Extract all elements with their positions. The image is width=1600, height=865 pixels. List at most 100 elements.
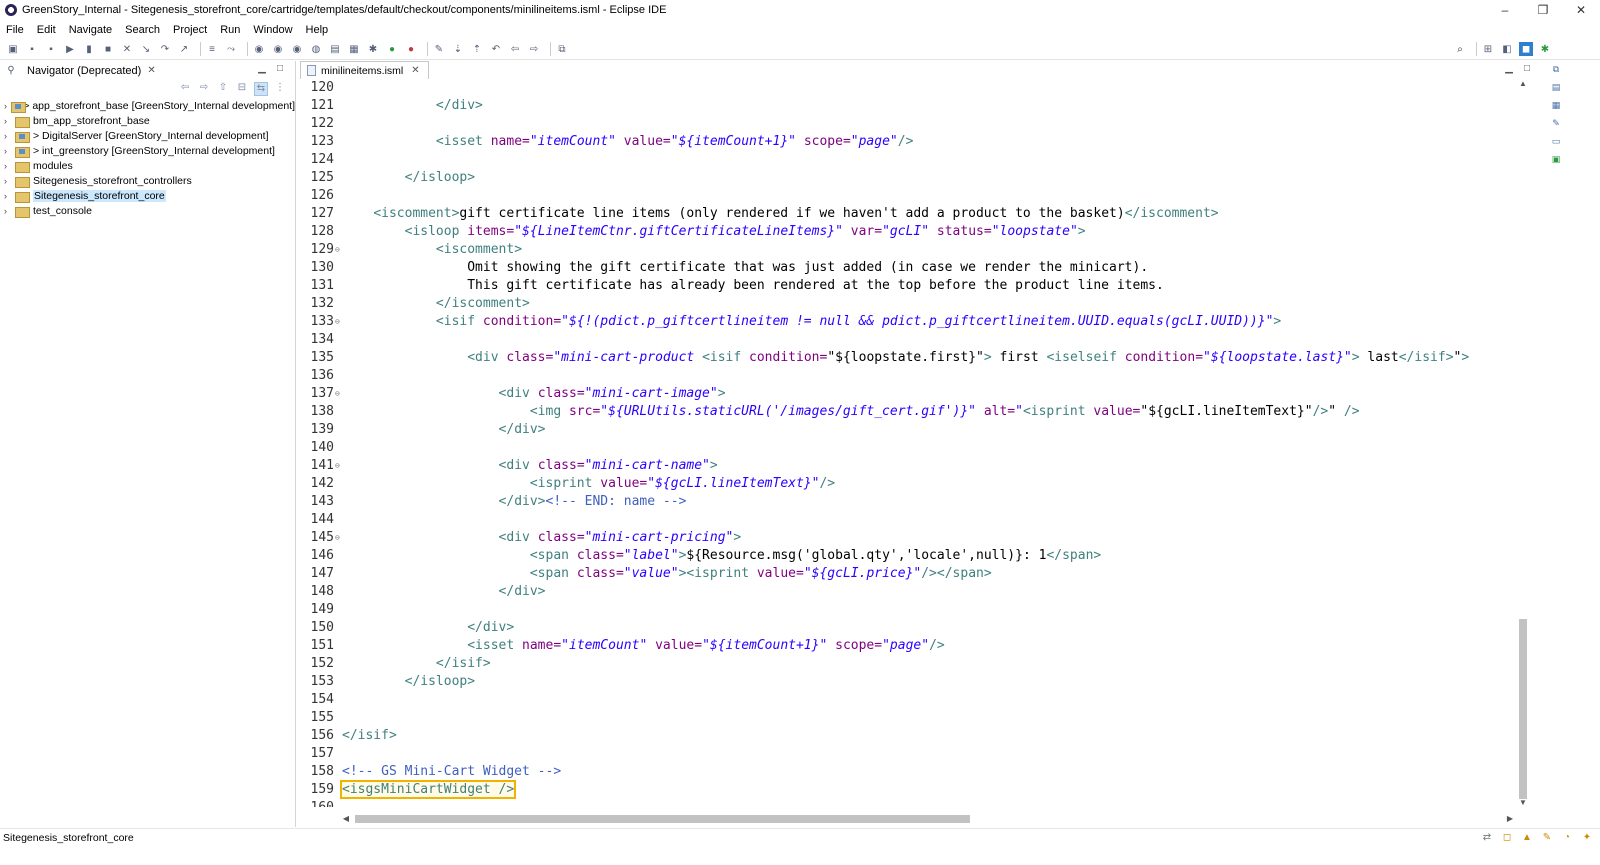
open-task-icon[interactable]: ◉ bbox=[290, 42, 304, 56]
open-perspective-icon[interactable]: ⊞ bbox=[1481, 42, 1495, 56]
code-line[interactable]: 133 ⊖ <isif condition="${!(pdict.p_giftce… bbox=[300, 313, 1520, 331]
save-all-icon[interactable]: ▪ bbox=[44, 42, 58, 56]
console-icon[interactable]: ▭ bbox=[1550, 136, 1562, 148]
code-line[interactable]: 144 bbox=[300, 511, 1520, 529]
tree-item[interactable]: › > app_storefront_base [GreenStory_Inter… bbox=[0, 98, 295, 113]
restore-stack-icon[interactable]: ⧉ bbox=[1550, 64, 1562, 76]
toggle-breakpoint-icon[interactable]: ≡ bbox=[205, 42, 219, 56]
horizontal-scrollbar[interactable]: ◀ ▶ bbox=[340, 812, 1516, 826]
code-line[interactable]: 151 <isset name="itemCount" value="${ite… bbox=[300, 637, 1520, 655]
editor-tab-minilineitems[interactable]: minilineitems.isml ✕ bbox=[300, 61, 429, 79]
code-line[interactable]: 153 </isloop> bbox=[300, 673, 1520, 691]
notification-icon[interactable]: ◻ bbox=[1500, 832, 1514, 846]
tree-item[interactable]: › Sitegenesis_storefront_controllers bbox=[0, 173, 295, 188]
servers-icon[interactable]: ▣ bbox=[1550, 154, 1562, 166]
learn-icon[interactable]: ▲ bbox=[1520, 832, 1534, 846]
last-edit-icon[interactable]: ↶ bbox=[489, 42, 503, 56]
fold-toggle-icon[interactable]: ⊖ bbox=[335, 457, 340, 475]
code-line[interactable]: 160 bbox=[300, 799, 1520, 807]
menu-help[interactable]: Help bbox=[300, 24, 336, 36]
code-line[interactable]: 150 </div> bbox=[300, 619, 1520, 637]
menu-search[interactable]: Search bbox=[119, 24, 167, 36]
suspend-icon[interactable]: ▮ bbox=[82, 42, 96, 56]
code-line[interactable]: 125 </isloop> bbox=[300, 169, 1520, 187]
tree-item[interactable]: › > DigitalServer [GreenStory_Internal de… bbox=[0, 128, 295, 143]
chevron-right-icon[interactable]: › bbox=[4, 146, 14, 156]
step-over-icon[interactable]: ↷ bbox=[158, 42, 172, 56]
previous-annotation-icon[interactable]: ⇡ bbox=[470, 42, 484, 56]
close-button[interactable]: ✕ bbox=[1562, 0, 1600, 20]
fold-toggle-icon[interactable]: ⊖ bbox=[335, 241, 340, 259]
horizontal-scroll-thumb[interactable] bbox=[355, 815, 970, 823]
collapse-all-icon[interactable]: ⊟ bbox=[235, 82, 249, 96]
tools-icon[interactable]: ✎ bbox=[1550, 118, 1562, 130]
tree-item[interactable]: › > int_greenstory [GreenStory_Internal d… bbox=[0, 143, 295, 158]
progress-icon[interactable]: ⇄ bbox=[1480, 832, 1494, 846]
next-annotation-icon[interactable]: ⇣ bbox=[451, 42, 465, 56]
skip-breakpoints-icon[interactable]: ⤳ bbox=[224, 42, 238, 56]
code-line[interactable]: 134 bbox=[300, 331, 1520, 349]
restore-button[interactable]: ❐ bbox=[1524, 0, 1562, 20]
minimize-editor-icon[interactable]: ▁ bbox=[1502, 63, 1516, 74]
nav-back-icon[interactable]: ⇦ bbox=[178, 82, 192, 96]
code-line[interactable]: 123 <isset name="itemCount" value="${ite… bbox=[300, 133, 1520, 151]
code-line[interactable]: 131 This gift certificate has already be… bbox=[300, 277, 1520, 295]
code-line[interactable]: 139 </div> bbox=[300, 421, 1520, 439]
code-line[interactable]: 135 <div class="mini-cart-product <isif … bbox=[300, 349, 1520, 367]
run-icon[interactable]: ● bbox=[385, 42, 399, 56]
open-type-icon[interactable]: ◉ bbox=[252, 42, 266, 56]
menu-run[interactable]: Run bbox=[214, 24, 247, 36]
chevron-right-icon[interactable]: › bbox=[4, 176, 14, 186]
tree-item[interactable]: › Sitegenesis_storefront_core bbox=[0, 188, 295, 203]
task-list-icon[interactable]: ▦ bbox=[1550, 100, 1562, 112]
fold-toggle-icon[interactable]: ⊖ bbox=[335, 313, 340, 331]
nav-up-icon[interactable]: ⇧ bbox=[216, 82, 230, 96]
java-perspective-icon[interactable]: ◧ bbox=[1500, 42, 1514, 56]
save-icon[interactable]: ▪ bbox=[25, 42, 39, 56]
code-line[interactable]: 137 ⊖ <div class="mini-cart-image"> bbox=[300, 385, 1520, 403]
menu-navigate[interactable]: Navigate bbox=[63, 24, 119, 36]
debug-icon[interactable]: ✱ bbox=[366, 42, 380, 56]
code-line[interactable]: 158 <!-- GS Mini-Cart Widget --> bbox=[300, 763, 1520, 781]
maximize-editor-icon[interactable]: □ bbox=[1520, 63, 1534, 74]
view-menu-icon[interactable]: ⋮ bbox=[273, 82, 287, 96]
code-line[interactable]: 126 bbox=[300, 187, 1520, 205]
tree-item[interactable]: › test_console bbox=[0, 203, 295, 218]
chevron-right-icon[interactable]: › bbox=[4, 191, 14, 201]
code-line[interactable]: 138 <img src="${URLUtils.staticURL('/ima… bbox=[300, 403, 1520, 421]
code-line[interactable]: 140 bbox=[300, 439, 1520, 457]
outline-icon[interactable]: ▤ bbox=[1550, 82, 1562, 94]
resume-icon[interactable]: ▶ bbox=[63, 42, 77, 56]
debug-perspective-icon[interactable]: ✱ bbox=[1538, 42, 1552, 56]
code-line[interactable]: 155 bbox=[300, 709, 1520, 727]
forward-icon[interactable]: ⇨ bbox=[527, 42, 541, 56]
code-line[interactable]: 152 </isif> bbox=[300, 655, 1520, 673]
code-line[interactable]: 120 bbox=[300, 79, 1520, 97]
annotation-icon[interactable]: ✎ bbox=[432, 42, 446, 56]
chevron-right-icon[interactable]: › bbox=[4, 131, 14, 141]
code-line[interactable]: 136 bbox=[300, 367, 1520, 385]
code-line[interactable]: 132 </iscomment> bbox=[300, 295, 1520, 313]
code-line[interactable]: 121 </div> bbox=[300, 97, 1520, 115]
search-icon[interactable]: ⌕ bbox=[1453, 42, 1467, 56]
tree-item[interactable]: › modules bbox=[0, 158, 295, 173]
code-line[interactable]: 156 </isif> bbox=[300, 727, 1520, 745]
fold-toggle-icon[interactable]: ⊖ bbox=[335, 529, 340, 547]
code-line[interactable]: 157 bbox=[300, 745, 1520, 763]
code-line[interactable]: 148 </div> bbox=[300, 583, 1520, 601]
package-icon[interactable]: ▤ bbox=[328, 42, 342, 56]
menu-edit[interactable]: Edit bbox=[31, 24, 63, 36]
disconnect-icon[interactable]: ✕ bbox=[120, 42, 134, 56]
globe-icon[interactable]: ◍ bbox=[309, 42, 323, 56]
link-with-editor-icon[interactable]: ⇆ bbox=[254, 82, 268, 96]
code-line[interactable]: 127 <iscomment>gift certificate line ite… bbox=[300, 205, 1520, 223]
navigator-close-icon[interactable]: ✕ bbox=[147, 65, 155, 76]
scroll-down-icon[interactable]: ▼ bbox=[1516, 798, 1530, 810]
vertical-scrollbar[interactable]: ▲ ▼ bbox=[1516, 79, 1530, 810]
code-line[interactable]: 154 bbox=[300, 691, 1520, 709]
grid-icon[interactable]: ▦ bbox=[347, 42, 361, 56]
code-line[interactable]: 143 </div><!-- END: name --> bbox=[300, 493, 1520, 511]
lightbulb-icon[interactable]: ✦ bbox=[1580, 832, 1594, 846]
nav-forward-icon[interactable]: ⇨ bbox=[197, 82, 211, 96]
minimize-view-icon[interactable]: ▁ bbox=[255, 63, 269, 74]
